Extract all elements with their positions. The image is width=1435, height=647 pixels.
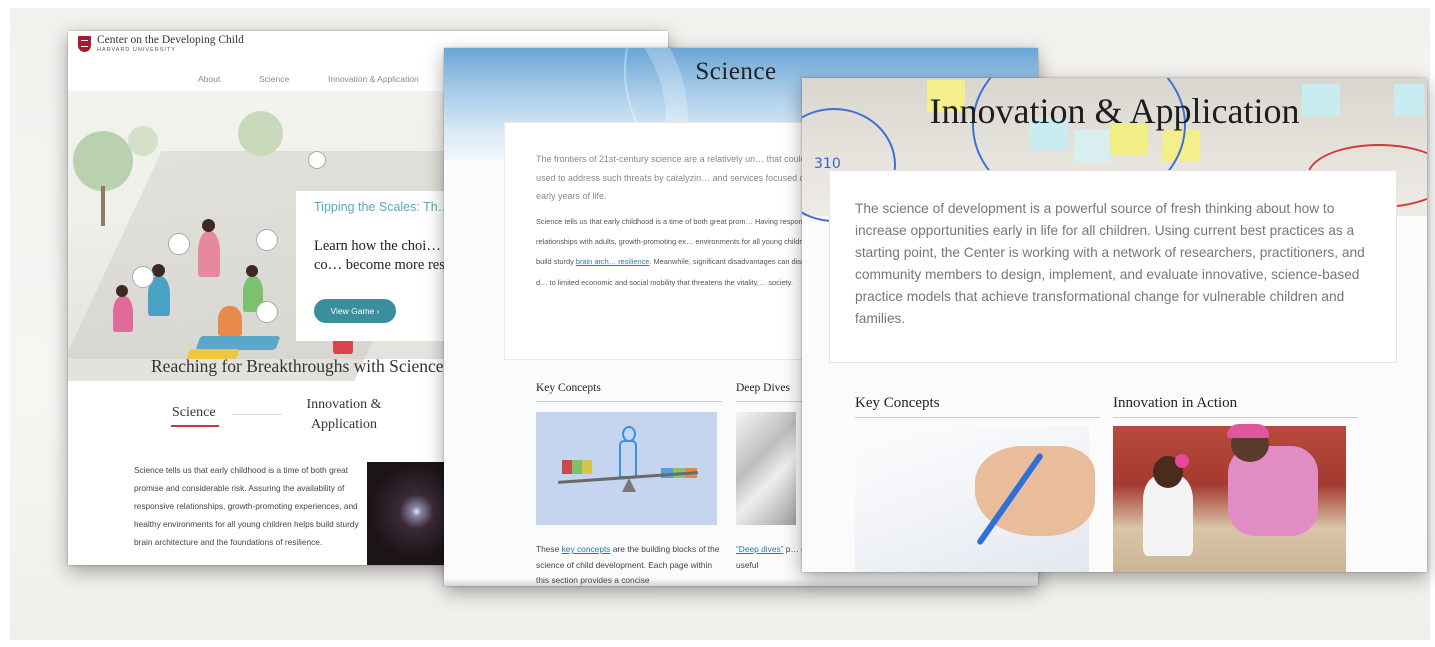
science-summary: Science tells us that early childhood is… bbox=[134, 465, 359, 547]
fulcrum-icon bbox=[622, 478, 636, 492]
heading-rule bbox=[536, 401, 722, 402]
nav-science[interactable]: Science bbox=[259, 74, 289, 84]
writing-hand-photo[interactable] bbox=[855, 426, 1095, 572]
intro-text: The frontiers of 21st-century science ar… bbox=[536, 154, 825, 201]
caption-text: These bbox=[536, 544, 562, 554]
deep-dives-heading[interactable]: Deep Dives bbox=[736, 382, 790, 394]
key-concepts-heading[interactable]: Key Concepts bbox=[855, 395, 940, 412]
tab-divider bbox=[232, 414, 282, 415]
scenario-bubble[interactable] bbox=[256, 301, 278, 323]
key-concepts-link[interactable]: key concepts bbox=[562, 544, 611, 554]
person-head bbox=[246, 265, 258, 277]
scenario-bubble[interactable] bbox=[308, 151, 326, 169]
deep-dives-link[interactable]: “Deep dives” bbox=[736, 544, 783, 554]
logo-name[interactable]: Center on the Developing Child bbox=[97, 34, 244, 46]
heading-rule bbox=[1113, 417, 1358, 418]
tree-icon bbox=[128, 126, 158, 156]
view-game-label: View Game bbox=[330, 306, 375, 316]
person-figure bbox=[218, 306, 242, 336]
active-tab-underline bbox=[171, 425, 219, 427]
innovation-in-action-heading[interactable]: Innovation in Action bbox=[1113, 395, 1237, 412]
tree-icon bbox=[73, 131, 133, 191]
page-title: Innovation & Application bbox=[929, 91, 1300, 131]
child-figure-body bbox=[619, 440, 637, 478]
play-mat bbox=[195, 336, 281, 350]
nav-innovation[interactable]: Innovation & Application bbox=[328, 74, 419, 84]
scenario-bubble[interactable] bbox=[256, 229, 278, 251]
person-head bbox=[202, 219, 215, 232]
key-concepts-heading[interactable]: Key Concepts bbox=[536, 382, 601, 394]
tree-icon bbox=[238, 111, 283, 156]
tab-science[interactable]: Science bbox=[172, 405, 216, 421]
person-figure bbox=[113, 296, 133, 332]
hair-flower bbox=[1175, 454, 1189, 468]
chevron-right-icon: › bbox=[376, 306, 380, 316]
child-figure bbox=[1143, 476, 1193, 556]
bottom-shadow bbox=[444, 578, 1038, 586]
nav-about[interactable]: About bbox=[198, 74, 220, 84]
logo-university: HARVARD UNIVERSITY bbox=[97, 47, 176, 53]
scenario-bubble[interactable] bbox=[132, 266, 154, 288]
scale-illustration[interactable] bbox=[536, 412, 717, 525]
dna-photo[interactable] bbox=[736, 412, 796, 525]
stretching-photo[interactable] bbox=[1113, 424, 1346, 572]
harvard-shield-icon bbox=[78, 36, 91, 52]
section-title: Reaching for Breakthroughs with Science bbox=[151, 356, 444, 376]
tree-trunk bbox=[101, 186, 105, 226]
body-text: Science tells us that early childhood is… bbox=[536, 212, 836, 293]
innovation-page-screenshot: 310 Innovation & Application The science… bbox=[802, 78, 1427, 572]
view-game-button[interactable]: View Game › bbox=[314, 299, 396, 323]
scenario-bubble[interactable] bbox=[168, 233, 190, 255]
tab-innovation[interactable]: Innovation & Application bbox=[294, 395, 394, 435]
cap-shape bbox=[1227, 424, 1269, 438]
person-head bbox=[116, 285, 128, 297]
brain-architecture-link[interactable]: brain arch… resilience bbox=[576, 257, 650, 266]
person-figure bbox=[198, 231, 220, 277]
heading-rule bbox=[855, 417, 1100, 418]
negative-blocks bbox=[562, 460, 592, 474]
intro-text: The science of development is a powerful… bbox=[855, 201, 1365, 326]
